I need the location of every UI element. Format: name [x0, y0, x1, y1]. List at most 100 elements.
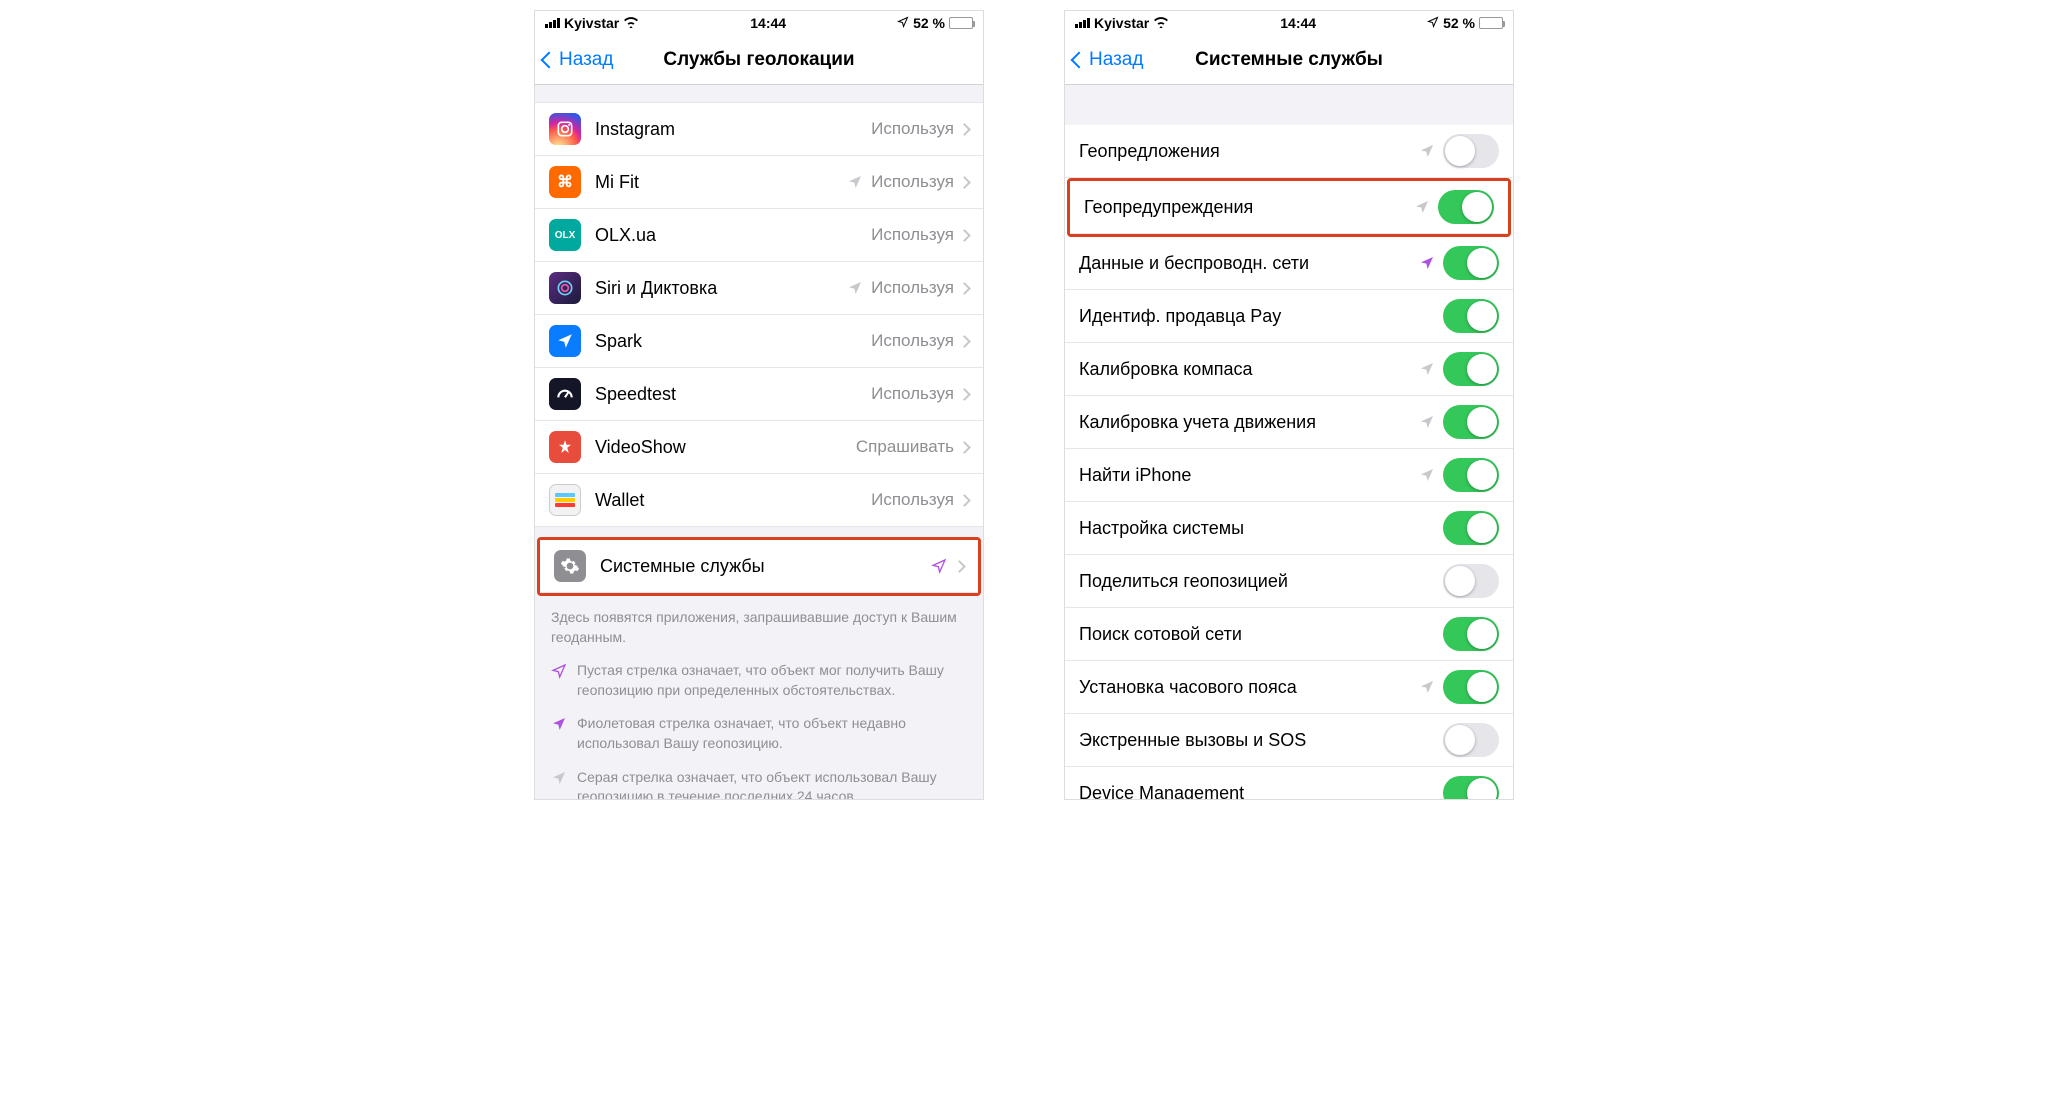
app-row[interactable]: Wallet Используя	[535, 474, 983, 527]
app-row[interactable]: OLX OLX.ua Используя	[535, 209, 983, 262]
service-row[interactable]: Идентиф. продавца Pay	[1065, 290, 1513, 343]
app-status: Используя	[871, 331, 954, 351]
system-services-row[interactable]: Системные службы	[540, 540, 978, 593]
service-row[interactable]: Установка часового пояса	[1065, 661, 1513, 714]
toggle-switch[interactable]	[1443, 564, 1499, 598]
toggle-switch[interactable]	[1443, 458, 1499, 492]
service-row[interactable]: Калибровка компаса	[1065, 343, 1513, 396]
app-status: Используя	[871, 119, 954, 139]
toggle-switch[interactable]	[1443, 352, 1499, 386]
service-name: Геопредупреждения	[1084, 197, 1414, 218]
service-name: Геопредложения	[1079, 141, 1419, 162]
chevron-right-icon	[958, 388, 971, 401]
chevron-right-icon	[953, 560, 966, 573]
toggle-switch[interactable]	[1443, 246, 1499, 280]
service-row[interactable]: Device Management	[1065, 767, 1513, 800]
chevron-right-icon	[958, 494, 971, 507]
back-button[interactable]: Назад	[535, 49, 613, 71]
service-row[interactable]: Геопредупреждения	[1070, 181, 1508, 234]
back-label: Назад	[559, 49, 613, 71]
app-status: Используя	[871, 490, 954, 510]
toggle-switch[interactable]	[1443, 299, 1499, 333]
app-list: Instagram Используя ⌘ Mi Fit Используя O…	[535, 103, 983, 527]
highlighted-row: Геопредупреждения	[1067, 178, 1511, 237]
battery-icon	[949, 17, 973, 29]
carrier-label: Kyivstar	[564, 15, 619, 31]
location-arrow-icon	[1419, 143, 1435, 159]
system-services-list: Геопредложения Геопредупреждения Данные …	[1065, 125, 1513, 800]
status-bar: Kyivstar 14:44 52 %	[1065, 11, 1513, 35]
service-name: Данные и беспроводн. сети	[1079, 253, 1419, 274]
clock: 14:44	[639, 15, 897, 31]
chevron-right-icon	[958, 123, 971, 136]
service-row[interactable]: Настройка системы	[1065, 502, 1513, 555]
app-name: OLX.ua	[595, 225, 871, 246]
app-status: Используя	[871, 384, 954, 404]
service-name: Установка часового пояса	[1079, 677, 1419, 698]
app-name: Speedtest	[595, 384, 871, 405]
service-name: Найти iPhone	[1079, 465, 1419, 486]
toggle-switch[interactable]	[1443, 134, 1499, 168]
back-button[interactable]: Назад	[1065, 49, 1143, 71]
location-arrow-icon	[1419, 679, 1435, 695]
siri-icon	[549, 272, 581, 304]
app-name: Instagram	[595, 119, 871, 140]
location-arrow-icon	[1419, 414, 1435, 430]
service-row[interactable]: Экстренные вызовы и SOS	[1065, 714, 1513, 767]
service-name: Калибровка учета движения	[1079, 412, 1419, 433]
location-arrow-icon	[1414, 199, 1430, 215]
toggle-switch[interactable]	[1438, 190, 1494, 224]
toggle-switch[interactable]	[1443, 723, 1499, 757]
app-row[interactable]: ⌘ Mi Fit Используя	[535, 156, 983, 209]
app-name: Mi Fit	[595, 172, 847, 193]
app-status: Используя	[871, 172, 954, 192]
system-services-highlight: Системные службы	[537, 537, 981, 596]
service-row[interactable]: Калибровка учета движения	[1065, 396, 1513, 449]
location-arrow-icon	[551, 663, 567, 679]
app-status: Используя	[871, 225, 954, 245]
toggle-switch[interactable]	[1443, 617, 1499, 651]
location-arrow-icon	[1419, 255, 1435, 271]
phone-location-services: Kyivstar 14:44 52 % Назад Службы геолока…	[534, 10, 984, 800]
service-row[interactable]: Поделиться геопозицией	[1065, 555, 1513, 608]
location-arrow-icon	[551, 770, 567, 786]
service-row[interactable]: Геопредложения	[1065, 125, 1513, 178]
location-arrow-icon	[1419, 361, 1435, 377]
service-name: Настройка системы	[1079, 518, 1443, 539]
app-row[interactable]: Spark Используя	[535, 315, 983, 368]
service-row[interactable]: Данные и беспроводн. сети	[1065, 237, 1513, 290]
footer-intro: Здесь появятся приложения, запрашивавшие…	[551, 608, 967, 647]
app-status: Используя	[871, 278, 954, 298]
carrier-label: Kyivstar	[1094, 15, 1149, 31]
battery-pct: 52 %	[1443, 15, 1475, 31]
legend-text: Фиолетовая стрелка означает, что объект …	[577, 714, 967, 753]
chevron-right-icon	[958, 441, 971, 454]
speedtest-icon	[549, 378, 581, 410]
signal-icon	[545, 18, 560, 28]
app-name: VideoShow	[595, 437, 856, 458]
toggle-switch[interactable]	[1443, 776, 1499, 800]
nav-bar: Назад Службы геолокации	[535, 35, 983, 85]
app-row[interactable]: VideoShow Спрашивать	[535, 421, 983, 474]
app-row[interactable]: Siri и Диктовка Используя	[535, 262, 983, 315]
toggle-switch[interactable]	[1443, 670, 1499, 704]
app-row[interactable]: Instagram Используя	[535, 103, 983, 156]
location-arrow-icon	[847, 280, 863, 296]
battery-icon	[1479, 17, 1503, 29]
chevron-right-icon	[958, 176, 971, 189]
app-name: Siri и Диктовка	[595, 278, 847, 299]
videoshow-icon	[549, 431, 581, 463]
service-name: Поделиться геопозицией	[1079, 571, 1443, 592]
clock: 14:44	[1169, 15, 1427, 31]
location-arrow-icon	[1419, 467, 1435, 483]
mifit-icon: ⌘	[549, 166, 581, 198]
toggle-switch[interactable]	[1443, 511, 1499, 545]
service-name: Экстренные вызовы и SOS	[1079, 730, 1443, 751]
service-name: Device Management	[1079, 783, 1443, 801]
legend-text: Серая стрелка означает, что объект испол…	[577, 768, 967, 800]
service-row[interactable]: Найти iPhone	[1065, 449, 1513, 502]
service-row[interactable]: Поиск сотовой сети	[1065, 608, 1513, 661]
app-row[interactable]: Speedtest Используя	[535, 368, 983, 421]
spark-icon	[549, 325, 581, 357]
toggle-switch[interactable]	[1443, 405, 1499, 439]
